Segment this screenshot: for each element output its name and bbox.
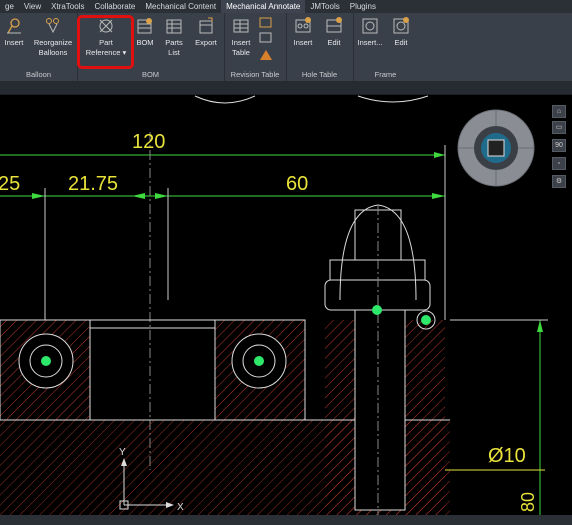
- ucs-x-label: X: [177, 502, 184, 513]
- status-bar: [0, 515, 572, 525]
- frame-edit-icon: [393, 17, 409, 34]
- insert-table-label-2: Table: [232, 48, 250, 57]
- nav-home-button[interactable]: ⌂: [552, 105, 566, 118]
- dim-arrow-80: [537, 320, 543, 332]
- balloon-group-label: Balloon: [25, 70, 52, 79]
- frame-group-label: Frame: [374, 70, 397, 79]
- frame-insert-button[interactable]: Insert...: [355, 15, 385, 48]
- frame-insert-icon: [362, 18, 378, 34]
- dim-text-120: 120: [132, 131, 165, 153]
- reorganize-balloons-button[interactable]: Reorganize Balloons: [30, 15, 76, 58]
- insert-table-icon: [233, 19, 249, 33]
- arc-top-left: [194, 95, 256, 104]
- ucs-y-label: Y: [119, 447, 126, 458]
- export-label: Export: [195, 38, 217, 47]
- hole-table-group: Insert Edit Hole Table: [286, 13, 354, 81]
- bom-group-label: BOM: [141, 70, 160, 79]
- revision-update-icon: [259, 32, 272, 43]
- export-button[interactable]: Export: [192, 15, 220, 48]
- dim-arrow-3: [155, 193, 168, 199]
- dim-arrow-2: [132, 193, 145, 199]
- balloon-insert-icon: [7, 18, 21, 34]
- frame-insert-label: Insert...: [357, 38, 383, 47]
- view-cube-icon: [487, 139, 505, 157]
- menu-item-xtratools[interactable]: XtraTools: [46, 0, 89, 13]
- bolt-head: [354, 209, 402, 261]
- frame-edit-button[interactable]: Edit: [389, 15, 413, 48]
- revision-edit-icon: [259, 17, 272, 28]
- drawing-canvas[interactable]: 120 25 21.75 60 Ø10 80 Y X ⌂ ▭ 90 ▫ ⚙: [0, 95, 572, 515]
- hole-table-edit-icon: [326, 17, 342, 33]
- insert-balloon-label: Insert: [4, 38, 24, 47]
- dim-text-25: 25: [0, 173, 20, 195]
- drawing-tab-strip: [0, 81, 572, 95]
- frame-group: Insert... Edit Frame: [353, 13, 418, 81]
- revision-table-group: Insert Table Revision Table: [224, 13, 287, 81]
- dim-arrow-120: [434, 152, 445, 158]
- view-navigation-wheel[interactable]: [457, 109, 535, 187]
- bolt-shank: [354, 309, 406, 511]
- menu-bar: ge View XtraTools Collaborate Mechanical…: [0, 0, 572, 13]
- nav-90-label: 90: [555, 142, 563, 149]
- arc-top-right: [357, 95, 429, 103]
- parts-list-icon: [166, 19, 182, 34]
- frame-edit-label: Edit: [394, 38, 408, 47]
- bolt-point-2: [421, 315, 431, 325]
- parts-list-label-1: Parts: [165, 38, 183, 47]
- dim-text-dia10: Ø10: [488, 445, 526, 467]
- insert-table-button[interactable]: Insert Table: [228, 15, 254, 58]
- nav-zoom-button[interactable]: ▫: [552, 157, 566, 170]
- reorganize-label-1: Reorganize: [33, 38, 73, 47]
- hole-table-insert-button[interactable]: Insert: [289, 15, 317, 48]
- menu-item-manage[interactable]: ge: [0, 0, 19, 13]
- bolt-point-1: [372, 305, 382, 315]
- parts-list-label-2: List: [168, 48, 180, 57]
- bom-button[interactable]: BOM: [134, 15, 156, 48]
- menu-item-collaborate[interactable]: Collaborate: [89, 0, 140, 13]
- insert-table-label-1: Insert: [231, 38, 251, 47]
- menu-item-jmtools[interactable]: JMTools: [305, 0, 344, 13]
- dim-arrow-4: [432, 193, 445, 199]
- balloon-group: Insert Reorganize Balloons Balloon: [0, 13, 78, 81]
- menu-item-view[interactable]: View: [19, 0, 46, 13]
- nav-rotate-90-button[interactable]: 90: [552, 139, 566, 152]
- hole-table-edit-button[interactable]: Edit: [321, 15, 347, 48]
- menu-item-plugins[interactable]: Plugins: [345, 0, 381, 13]
- dim-text-60: 60: [286, 173, 308, 195]
- export-icon: [199, 17, 213, 34]
- hole-table-group-label: Hole Table: [301, 70, 338, 79]
- parts-list-button[interactable]: Parts List: [162, 15, 186, 58]
- reorganize-label-2: Balloons: [38, 48, 68, 57]
- bearing-middle-center: [254, 356, 264, 366]
- revision-table-group-label: Revision Table: [230, 70, 280, 79]
- part-reference-highlight: [77, 15, 134, 69]
- dim-arrow-1: [32, 193, 45, 199]
- hole-table-insert-icon: [295, 17, 311, 33]
- revision-small-tools[interactable]: [258, 16, 274, 62]
- hole-insert-label: Insert: [293, 38, 313, 47]
- hole-edit-label: Edit: [327, 38, 341, 47]
- dim-text-21-75: 21.75: [68, 173, 118, 195]
- top-plate-line: [89, 319, 216, 329]
- dim-text-80: 80: [518, 492, 538, 512]
- nav-settings-icon[interactable]: ⚙: [552, 175, 566, 188]
- menu-item-mechanical-content[interactable]: Mechanical Content: [140, 0, 221, 13]
- cad-drawing: 120 25 21.75 60 Ø10 80 Y X: [0, 95, 548, 515]
- revision-warning-icon: [260, 50, 272, 60]
- nav-pan-button[interactable]: ▭: [552, 121, 566, 134]
- insert-balloon-button[interactable]: Insert: [2, 15, 26, 48]
- menu-item-mechanical-annotate[interactable]: Mechanical Annotate: [221, 0, 306, 13]
- bom-label: BOM: [136, 38, 154, 47]
- bom-icon: [137, 18, 152, 34]
- bearing-left-center: [41, 356, 51, 366]
- reorganize-balloons-icon: [46, 18, 59, 34]
